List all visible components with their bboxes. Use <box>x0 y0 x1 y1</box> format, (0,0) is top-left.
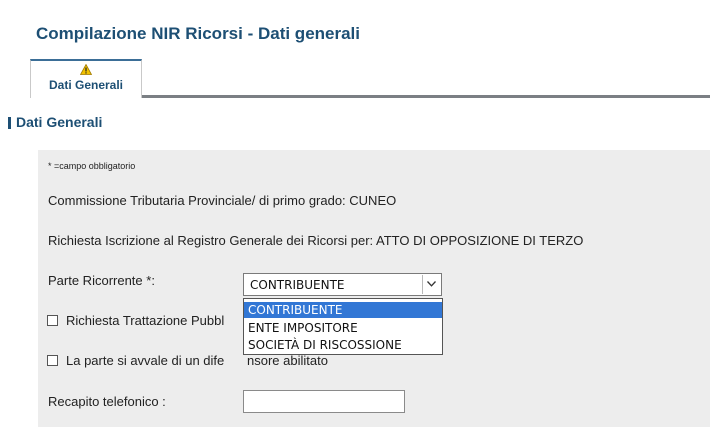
parte-ricorrente-label: Parte Ricorrente *: <box>48 273 155 288</box>
recapito-telefonico-input[interactable] <box>243 390 405 413</box>
required-note: * =campo obbligatorio <box>48 161 136 171</box>
difensore-label: La parte si avvale di un dife <box>66 353 225 368</box>
parte-ricorrente-dropdown: CONTRIBUENTE ENTE IMPOSITORE SOCIETÀ DI … <box>243 298 443 355</box>
trattazione-label: Richiesta Trattazione Pubbl <box>66 313 225 328</box>
section-marker <box>8 117 11 129</box>
difensore-label-tail: nsore abilitato <box>247 353 328 368</box>
commissione-text: Commissione Tributaria Provinciale/ di p… <box>48 193 397 208</box>
chevron-down-icon <box>427 281 436 287</box>
parte-ricorrente-value: CONTRIBUENTE <box>250 278 345 292</box>
option-contribuente[interactable]: CONTRIBUENTE <box>244 302 442 318</box>
tab-label: Dati Generali <box>48 78 124 92</box>
richiesta-iscrizione-text: Richiesta Iscrizione al Registro General… <box>48 233 584 248</box>
option-ente-impositore[interactable]: ENTE IMPOSITORE <box>244 320 442 336</box>
tab-dati-generali[interactable]: Dati Generali <box>30 59 142 98</box>
dropdown-button[interactable] <box>422 275 440 294</box>
option-societa-riscossione[interactable]: SOCIETÀ DI RISCOSSIONE <box>244 337 442 353</box>
trattazione-checkbox[interactable] <box>47 315 58 326</box>
recapito-label: Recapito telefonico : <box>48 394 166 409</box>
difensore-checkbox[interactable] <box>47 355 58 366</box>
warning-icon <box>80 64 92 75</box>
page-title: Compilazione NIR Ricorsi - Dati generali <box>36 24 361 43</box>
section-title: Dati Generali <box>16 114 103 130</box>
parte-ricorrente-select[interactable]: CONTRIBUENTE <box>243 273 442 296</box>
